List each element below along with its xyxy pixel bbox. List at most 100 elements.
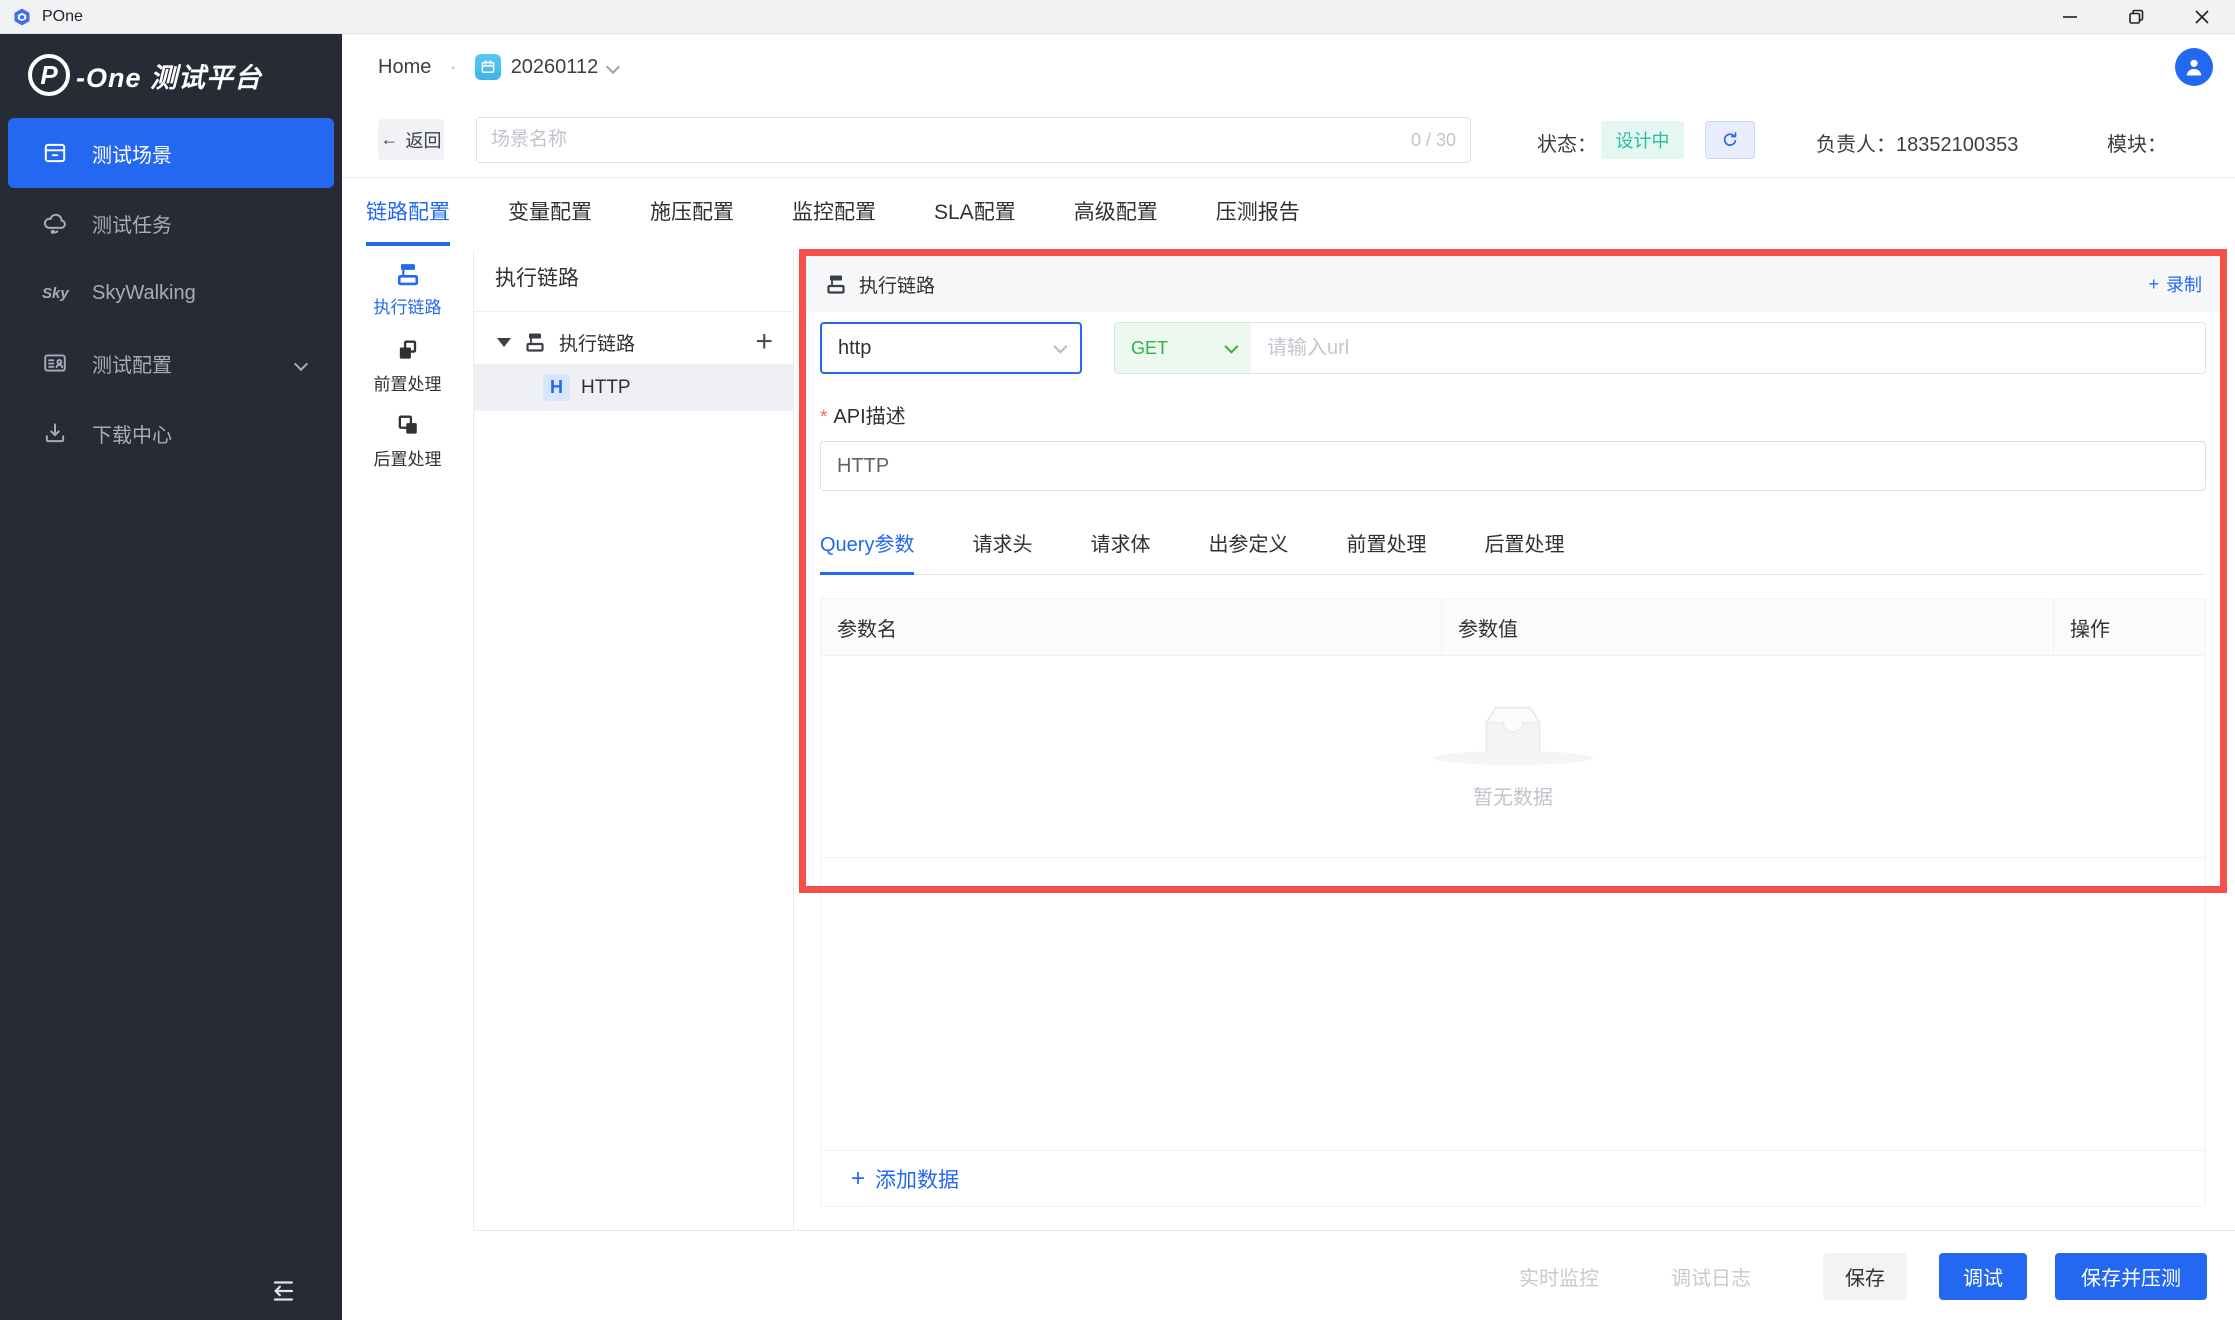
side-tab-post-process[interactable]: 后置处理 [342, 412, 473, 470]
app-logo: P -One 测试平台 [0, 34, 342, 96]
download-icon [42, 420, 68, 446]
chevron-down-icon [1053, 340, 1067, 354]
tab-variable-config[interactable]: 变量配置 [508, 196, 592, 246]
scenario-calendar-icon [475, 54, 501, 80]
app-window: POne P -One 测试平台 测试场景 [0, 0, 2235, 1320]
refresh-button[interactable] [1705, 121, 1755, 159]
sidebar-item-download-center[interactable]: 下载中心 [8, 398, 334, 468]
scenario-box-icon [42, 140, 68, 166]
subtab-request-headers[interactable]: 请求头 [972, 528, 1032, 575]
caret-down-icon[interactable] [497, 338, 511, 347]
plus-icon: + [851, 1165, 865, 1193]
params-table-spacer [820, 858, 2206, 1150]
status-label: 状态： [1537, 128, 1597, 157]
owner-field: 负责人：18352100353 [1816, 128, 2018, 157]
api-desc-label-text: API描述 [833, 406, 905, 428]
sitemap-icon [824, 272, 848, 296]
sidebar-item-label: 测试场景 [92, 139, 172, 168]
close-button[interactable] [2169, 0, 2235, 34]
side-tab-label: 前置处理 [374, 370, 442, 395]
api-desc-input[interactable] [820, 441, 2206, 491]
collapse-sidebar-icon[interactable] [262, 1274, 302, 1308]
sidebar-item-test-config[interactable]: 测试配置 [8, 328, 334, 398]
sidebar-item-test-scenario[interactable]: 测试场景 [8, 118, 334, 188]
empty-icon-shadow [1433, 751, 1593, 765]
realtime-monitor-link[interactable]: 实时监控 [1519, 1262, 1599, 1291]
scenario-tab-label: 20260112 [511, 56, 599, 79]
tree-panel-title: 执行链路 [495, 262, 579, 292]
add-data-label: 添加数据 [875, 1164, 959, 1194]
add-data-button[interactable]: + 添加数据 [851, 1164, 959, 1194]
required-asterisk: * [820, 407, 827, 428]
method-url-group: GET [1114, 322, 2206, 374]
debug-log-link[interactable]: 调试日志 [1671, 1262, 1751, 1291]
tree-child-http[interactable]: H HTTP [473, 364, 793, 411]
request-sub-tabs: Query参数 请求头 请求体 出参定义 前置处理 后置处理 [820, 528, 2206, 575]
url-field [1251, 323, 2205, 373]
add-node-button[interactable]: + [755, 327, 773, 357]
params-table-header: 参数名 参数值 操作 [820, 598, 2206, 656]
tab-sla-config[interactable]: SLA配置 [934, 196, 1016, 246]
save-and-run-button[interactable]: 保存并压测 [2055, 1253, 2207, 1300]
breadcrumb: Home · 20260112 [378, 54, 618, 80]
subtab-request-body[interactable]: 请求体 [1090, 528, 1150, 575]
subtab-output-params[interactable]: 出参定义 [1208, 528, 1288, 575]
sidebar-item-label: SkyWalking [92, 282, 196, 305]
content-bottom-divider [473, 1230, 2235, 1231]
tab-pressure-config[interactable]: 施压配置 [650, 196, 734, 246]
scenario-tab[interactable]: 20260112 [475, 54, 619, 80]
cloud-sync-icon [42, 210, 68, 236]
api-desc-field [820, 441, 2206, 491]
page-header: Home · 20260112 [342, 34, 2235, 100]
window-title: POne [42, 8, 83, 26]
debug-button[interactable]: 调试 [1939, 1253, 2027, 1300]
record-button-label: 录制 [2166, 271, 2202, 297]
main-tabs: 链路配置 变量配置 施压配置 监控配置 SLA配置 高级配置 压测报告 [366, 196, 1300, 246]
breadcrumb-home[interactable]: Home [378, 56, 431, 79]
id-card-icon [42, 350, 68, 376]
tree-node-execute-chain[interactable]: 执行链路 + [473, 320, 793, 364]
sidebar: P -One 测试平台 测试场景 测试任务 Sky SkyWalking [0, 34, 342, 1320]
titlebar: POne [0, 0, 2235, 34]
sidebar-item-test-task[interactable]: 测试任务 [8, 188, 334, 258]
back-button[interactable]: ← 返回 [378, 119, 444, 160]
panel-title: 执行链路 [859, 271, 935, 298]
logo-p-icon: P [28, 54, 70, 96]
chevron-down-icon [296, 352, 306, 375]
maximize-restore-button[interactable] [2103, 0, 2169, 34]
logo-text: -One 测试平台 [76, 56, 262, 95]
params-table-footer: + 添加数据 [820, 1150, 2206, 1207]
subtab-query-params[interactable]: Query参数 [820, 528, 914, 575]
tab-pressure-report[interactable]: 压测报告 [1216, 196, 1300, 246]
tab-advanced-config[interactable]: 高级配置 [1074, 196, 1158, 246]
subtab-pre-process[interactable]: 前置处理 [1346, 528, 1426, 575]
method-value: GET [1131, 338, 1168, 359]
record-button[interactable]: + 录制 [2148, 271, 2202, 297]
footer-action-bar: 实时监控 调试日志 保存 调试 保存并压测 [342, 1232, 2235, 1320]
protocol-select[interactable]: http [820, 322, 1082, 374]
plus-icon: + [2148, 274, 2159, 295]
save-button[interactable]: 保存 [1823, 1253, 1907, 1300]
breadcrumb-separator: · [449, 54, 456, 80]
owner-value: 18352100353 [1896, 134, 2018, 156]
tab-chain-config[interactable]: 链路配置 [366, 196, 450, 246]
char-counter: 0 / 30 [1411, 130, 1456, 151]
side-tab-execute-chain[interactable]: 执行链路 [342, 260, 473, 318]
scene-name-input[interactable] [491, 129, 1401, 151]
tab-monitor-config[interactable]: 监控配置 [792, 196, 876, 246]
sidebar-menu: 测试场景 测试任务 Sky SkyWalking 测试配置 [8, 118, 334, 468]
sidebar-item-skywalking[interactable]: Sky SkyWalking [8, 258, 334, 328]
subtab-post-process[interactable]: 后置处理 [1484, 528, 1564, 575]
minimize-button[interactable] [2037, 0, 2103, 34]
sitemap-icon [523, 330, 547, 354]
scene-name-field: 0 / 30 [476, 117, 1471, 163]
avatar[interactable] [2175, 48, 2213, 86]
method-select[interactable]: GET [1115, 323, 1251, 373]
side-tab-label: 执行链路 [374, 293, 442, 318]
side-tab-pre-process[interactable]: 前置处理 [342, 337, 473, 395]
side-tab-label: 后置处理 [374, 445, 442, 470]
url-input[interactable] [1257, 337, 2199, 360]
empty-text: 暂无数据 [1473, 781, 1553, 810]
col-actions: 操作 [2053, 599, 2205, 655]
col-param-name: 参数名 [821, 599, 1441, 655]
